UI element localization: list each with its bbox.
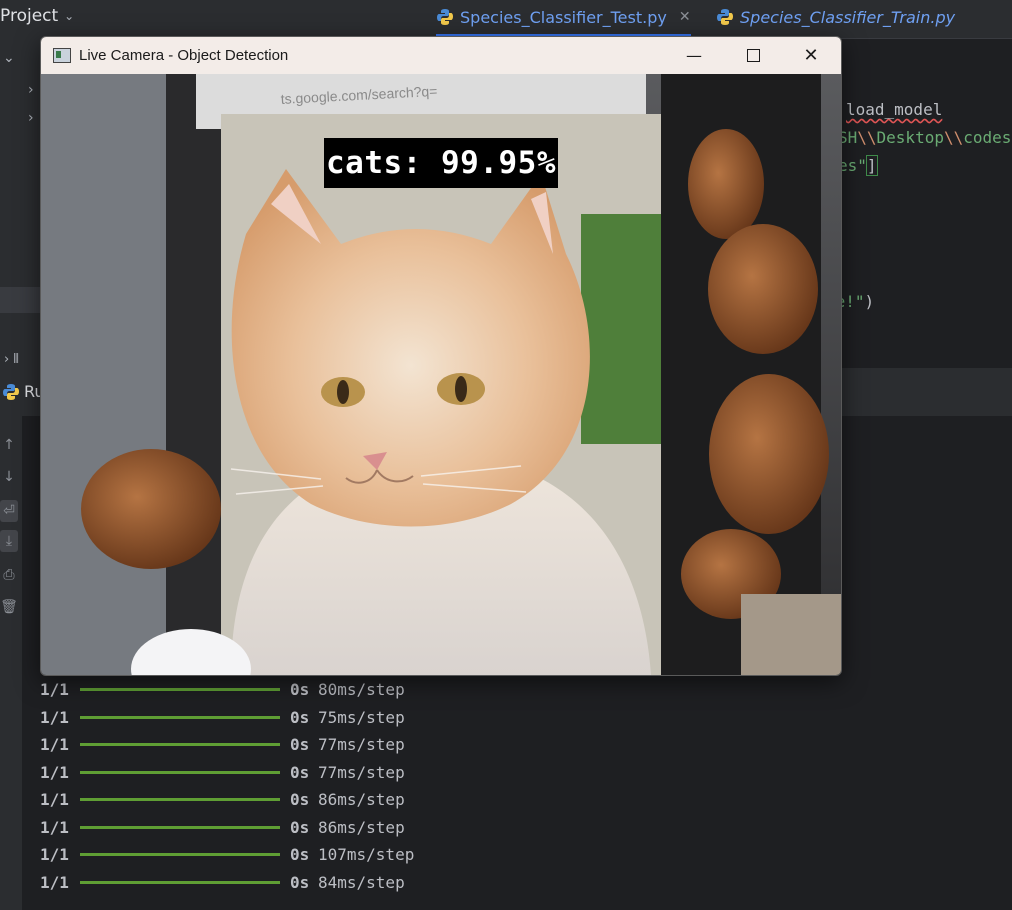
arrow-down-icon[interactable]: ↓ — [0, 466, 18, 488]
minimize-icon[interactable]: — — [665, 37, 723, 74]
batch-fraction: 1/1 — [40, 845, 69, 865]
window-title: Live Camera - Object Detection — [79, 47, 289, 64]
elapsed-seconds: 0s — [290, 817, 310, 837]
project-dropdown[interactable]: Project ⌄ — [0, 0, 74, 32]
maximize-icon[interactable] — [724, 37, 782, 74]
scroll-to-end-icon[interactable]: ⤓ — [0, 530, 18, 552]
camera-window[interactable]: Live Camera - Object Detection — ✕ ts.go… — [40, 36, 842, 676]
chevron-right-icon[interactable]: › — [28, 110, 34, 126]
step-time: 84ms/step — [318, 872, 405, 892]
elapsed-seconds: 0s — [290, 707, 310, 727]
batch-fraction: 1/1 — [40, 762, 69, 782]
batch-fraction: 1/1 — [40, 872, 69, 892]
tab-label: Species_Classifier_Train.py — [740, 7, 956, 27]
elapsed-seconds: 0s — [290, 845, 310, 865]
code-line: es"] — [838, 155, 878, 176]
batch-fraction: 1/1 — [40, 680, 69, 700]
elapsed-seconds: 0s — [290, 735, 310, 755]
chevron-right-icon[interactable]: › — [28, 82, 34, 98]
camera-feed: ts.google.com/search?q= cats: 99.95% — [41, 74, 841, 675]
chevron-down-icon[interactable]: ⌄ — [3, 50, 15, 66]
console-step-line: 1/1 0s 86ms/step — [40, 814, 414, 842]
console-step-line: 1/1 0s 107ms/step — [40, 841, 414, 869]
trash-icon[interactable]: 🗑 — [0, 596, 18, 618]
progress-bar — [80, 798, 280, 802]
console-step-line: 1/1 0s 84ms/step — [40, 869, 414, 897]
tab-label: Species_Classifier_Test.py — [460, 7, 667, 27]
elapsed-seconds: 0s — [290, 680, 310, 700]
console-step-line: 1/1 0s 77ms/step — [40, 731, 414, 759]
step-time: 80ms/step — [318, 680, 405, 700]
step-time: 107ms/step — [318, 845, 415, 865]
batch-fraction: 1/1 — [40, 735, 69, 755]
progress-bar — [80, 825, 280, 829]
progress-bar — [80, 853, 280, 857]
arrow-up-icon[interactable]: ↑ — [0, 434, 18, 456]
window-titlebar[interactable]: Live Camera - Object Detection — ✕ — [41, 37, 841, 74]
run-tab[interactable]: Ru — [0, 382, 45, 401]
structure-icon[interactable]: › ⫴ — [4, 352, 19, 367]
code-line: SH\\Desktop\\codes — [838, 128, 1012, 147]
progress-bar — [80, 715, 280, 719]
tab-species-classifier-test[interactable]: Species_Classifier_Test.py ✕ — [436, 0, 691, 36]
progress-bar — [80, 880, 280, 884]
console-output: 1/1 0s 80ms/step 1/1 0s 75ms/step 1/1 0s 77ms/st… — [40, 676, 414, 896]
step-time: 77ms/step — [318, 735, 405, 755]
progress-bar — [80, 743, 280, 747]
close-icon[interactable]: ✕ — [782, 37, 840, 74]
chevron-down-icon: ⌄ — [64, 9, 75, 23]
print-icon[interactable]: ⎙ — [0, 564, 18, 586]
python-file-icon — [437, 9, 453, 25]
batch-fraction: 1/1 — [40, 790, 69, 810]
code-line: load_model — [846, 100, 943, 119]
soft-wrap-icon[interactable]: ⏎ — [0, 500, 18, 522]
console-step-line: 1/1 0s 80ms/step — [40, 676, 414, 704]
step-time: 86ms/step — [318, 817, 405, 837]
run-toolbar: ↑ ↓ ⏎ ⤓ ⎙ 🗑 — [0, 416, 22, 910]
detection-label: cats: 99.95% — [324, 138, 558, 188]
console-step-line: 1/1 0s 77ms/step — [40, 759, 414, 787]
elapsed-seconds: 0s — [290, 762, 310, 782]
app-icon — [53, 48, 71, 63]
close-icon[interactable]: ✕ — [679, 9, 691, 25]
editor-tabs: Species_Classifier_Test.py ✕ Species_Cla… — [420, 0, 1012, 39]
progress-bar — [80, 770, 280, 774]
step-time: 77ms/step — [318, 762, 405, 782]
batch-fraction: 1/1 — [40, 817, 69, 837]
elapsed-seconds: 0s — [290, 872, 310, 892]
console-step-line: 1/1 0s 86ms/step — [40, 786, 414, 814]
step-time: 86ms/step — [318, 790, 405, 810]
python-file-icon — [717, 9, 733, 25]
step-time: 75ms/step — [318, 707, 405, 727]
tab-species-classifier-train[interactable]: Species_Classifier_Train.py — [716, 0, 955, 34]
progress-bar — [80, 688, 280, 692]
batch-fraction: 1/1 — [40, 707, 69, 727]
elapsed-seconds: 0s — [290, 790, 310, 810]
console-step-line: 1/1 0s 75ms/step — [40, 704, 414, 732]
python-icon — [3, 383, 19, 400]
project-label: Project — [0, 6, 59, 26]
